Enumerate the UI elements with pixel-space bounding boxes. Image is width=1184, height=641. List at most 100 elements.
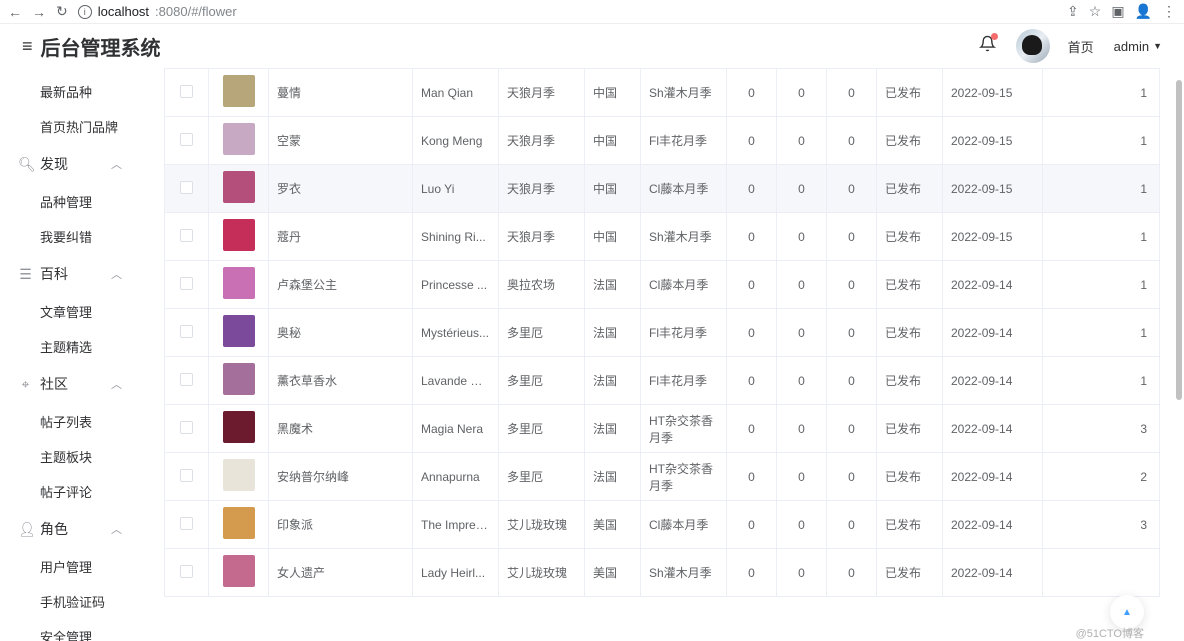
sidebar-item-correction[interactable]: 我要纠错 xyxy=(0,219,140,254)
row-checkbox-cell xyxy=(165,309,209,357)
row-breeder: 天狼月季 xyxy=(499,213,585,261)
flower-thumb[interactable] xyxy=(223,123,255,155)
row-name-cn: 蔓情 xyxy=(269,69,413,117)
row-image-cell xyxy=(209,213,269,261)
row-n2: 0 xyxy=(777,117,827,165)
avatar[interactable] xyxy=(1016,29,1050,63)
scrollbar[interactable] xyxy=(1174,80,1184,641)
row-n3: 0 xyxy=(827,309,877,357)
scroll-top-button[interactable]: ▲ xyxy=(1110,595,1144,629)
row-date: 2022-09-14 xyxy=(943,309,1043,357)
table-row[interactable]: 蔓情Man Qian天狼月季中国Sh灌木月季000已发布2022-09-151 xyxy=(165,69,1160,117)
chevron-up-icon: ︿ xyxy=(111,521,122,537)
row-last: 1 xyxy=(1043,117,1160,165)
flower-thumb[interactable] xyxy=(223,363,255,395)
sidebar-item-posts[interactable]: 帖子列表 xyxy=(0,404,140,439)
row-checkbox[interactable] xyxy=(180,517,193,530)
menu-toggle-icon[interactable]: ≡ xyxy=(22,36,33,57)
sidebar-item-security[interactable]: 安全管理 xyxy=(0,619,140,641)
row-image-cell xyxy=(209,453,269,501)
sidebar-group-discover[interactable]: 🔍︎ 发现 ︿ xyxy=(0,144,140,184)
row-n1: 0 xyxy=(727,213,777,261)
flower-thumb[interactable] xyxy=(223,75,255,107)
user-icon: 👤︎ xyxy=(18,521,33,538)
row-checkbox[interactable] xyxy=(180,277,193,290)
table-row[interactable]: 安纳普尔纳峰Annapurna多里厄法国HT杂交茶香月季000已发布2022-0… xyxy=(165,453,1160,501)
row-date: 2022-09-14 xyxy=(943,549,1043,597)
table-row[interactable]: 奥秘Mystérieus...多里厄法国Fl丰花月季000已发布2022-09-… xyxy=(165,309,1160,357)
table-row[interactable]: 黑魔术Magia Nera多里厄法国HT杂交茶香月季000已发布2022-09-… xyxy=(165,405,1160,453)
table-row[interactable]: 蔻丹Shining Ri...天狼月季中国Sh灌木月季000已发布2022-09… xyxy=(165,213,1160,261)
table-row[interactable]: 空蒙Kong Meng天狼月季中国Fl丰花月季000已发布2022-09-151 xyxy=(165,117,1160,165)
flower-thumb[interactable] xyxy=(223,459,255,491)
row-image-cell xyxy=(209,405,269,453)
row-checkbox-cell xyxy=(165,501,209,549)
site-info-icon[interactable]: i xyxy=(78,5,92,19)
row-checkbox[interactable] xyxy=(180,325,193,338)
table-row[interactable]: 印象派The Impres...艾儿珑玫瑰美国Cl藤本月季000已发布2022-… xyxy=(165,501,1160,549)
row-checkbox-cell xyxy=(165,213,209,261)
notification-bell-icon[interactable] xyxy=(979,35,996,57)
flower-thumb[interactable] xyxy=(223,315,255,347)
row-checkbox[interactable] xyxy=(180,421,193,434)
flower-thumb[interactable] xyxy=(223,171,255,203)
row-last: 3 xyxy=(1043,405,1160,453)
flower-thumb[interactable] xyxy=(223,267,255,299)
sidebar-group-community[interactable]: ⌖ 社区 ︿ xyxy=(0,364,140,404)
flower-thumb[interactable] xyxy=(223,555,255,587)
user-menu[interactable]: admin ▼ xyxy=(1114,39,1162,54)
sidebar-group-label: 发现 xyxy=(40,154,68,174)
profile-icon[interactable]: 👤 xyxy=(1135,3,1152,20)
row-n2: 0 xyxy=(777,309,827,357)
row-checkbox-cell xyxy=(165,453,209,501)
sidebar-item-hot[interactable]: 首页热门品牌 xyxy=(0,109,140,144)
user-name: admin xyxy=(1114,39,1149,54)
sidebar-item-topic[interactable]: 主题精选 xyxy=(0,329,140,364)
row-status: 已发布 xyxy=(877,117,943,165)
scrollbar-thumb[interactable] xyxy=(1176,80,1182,400)
back-icon[interactable]: ← xyxy=(8,4,22,20)
sidebar-item-sms[interactable]: 手机验证码 xyxy=(0,584,140,619)
flower-thumb[interactable] xyxy=(223,411,255,443)
app-header: ≡ 后台管理系统 首页 admin ▼ xyxy=(0,24,1184,68)
sidebar-group-wiki[interactable]: ☰ 百科 ︿ xyxy=(0,254,140,294)
sidebar-item-comments[interactable]: 帖子评论 xyxy=(0,474,140,509)
row-name-cn: 空蒙 xyxy=(269,117,413,165)
row-checkbox[interactable] xyxy=(180,229,193,242)
table-row[interactable]: 薰衣草香水Lavande Pa...多里厄法国Fl丰花月季000已发布2022-… xyxy=(165,357,1160,405)
sidebar-item-boards[interactable]: 主题板块 xyxy=(0,439,140,474)
url-host: localhost xyxy=(98,4,149,19)
sidebar-item-variety[interactable]: 品种管理 xyxy=(0,184,140,219)
table-row[interactable]: 女人遗产Lady Heirl...艾儿珑玫瑰美国Sh灌木月季000已发布2022… xyxy=(165,549,1160,597)
row-name-cn: 奥秘 xyxy=(269,309,413,357)
home-link[interactable]: 首页 xyxy=(1068,37,1094,56)
row-checkbox[interactable] xyxy=(180,85,193,98)
flower-thumb[interactable] xyxy=(223,507,255,539)
share-icon[interactable]: ⇪ xyxy=(1067,3,1079,20)
browser-url[interactable]: i localhost:8080/#/flower xyxy=(78,4,237,19)
reload-icon[interactable]: ↻ xyxy=(56,3,68,20)
row-checkbox[interactable] xyxy=(180,373,193,386)
row-name-cn: 安纳普尔纳峰 xyxy=(269,453,413,501)
app-title: 后台管理系统 xyxy=(41,32,161,61)
more-icon[interactable]: ⋮ xyxy=(1162,3,1176,20)
row-name-en: Luo Yi xyxy=(413,165,499,213)
sidebar-item-latest[interactable]: 最新品种 xyxy=(0,74,140,109)
table-row[interactable]: 卢森堡公主Princesse ...奥拉农场法国Cl藤本月季000已发布2022… xyxy=(165,261,1160,309)
row-checkbox[interactable] xyxy=(180,565,193,578)
caret-down-icon: ▼ xyxy=(1153,41,1162,51)
table-row[interactable]: 罗衣Luo Yi天狼月季中国Cl藤本月季000已发布2022-09-151 xyxy=(165,165,1160,213)
flower-thumb[interactable] xyxy=(223,219,255,251)
sidebar-item-users[interactable]: 用户管理 xyxy=(0,549,140,584)
row-type: Cl藤本月季 xyxy=(641,501,727,549)
row-checkbox[interactable] xyxy=(180,133,193,146)
row-n1: 0 xyxy=(727,453,777,501)
row-checkbox[interactable] xyxy=(180,181,193,194)
row-n3: 0 xyxy=(827,357,877,405)
row-checkbox[interactable] xyxy=(180,469,193,482)
bookmark-icon[interactable]: ☆ xyxy=(1089,3,1102,20)
forward-icon[interactable]: → xyxy=(32,4,46,20)
panel-icon[interactable]: ▣ xyxy=(1111,3,1124,20)
sidebar-item-article[interactable]: 文章管理 xyxy=(0,294,140,329)
sidebar-group-role[interactable]: 👤︎ 角色 ︿ xyxy=(0,509,140,549)
